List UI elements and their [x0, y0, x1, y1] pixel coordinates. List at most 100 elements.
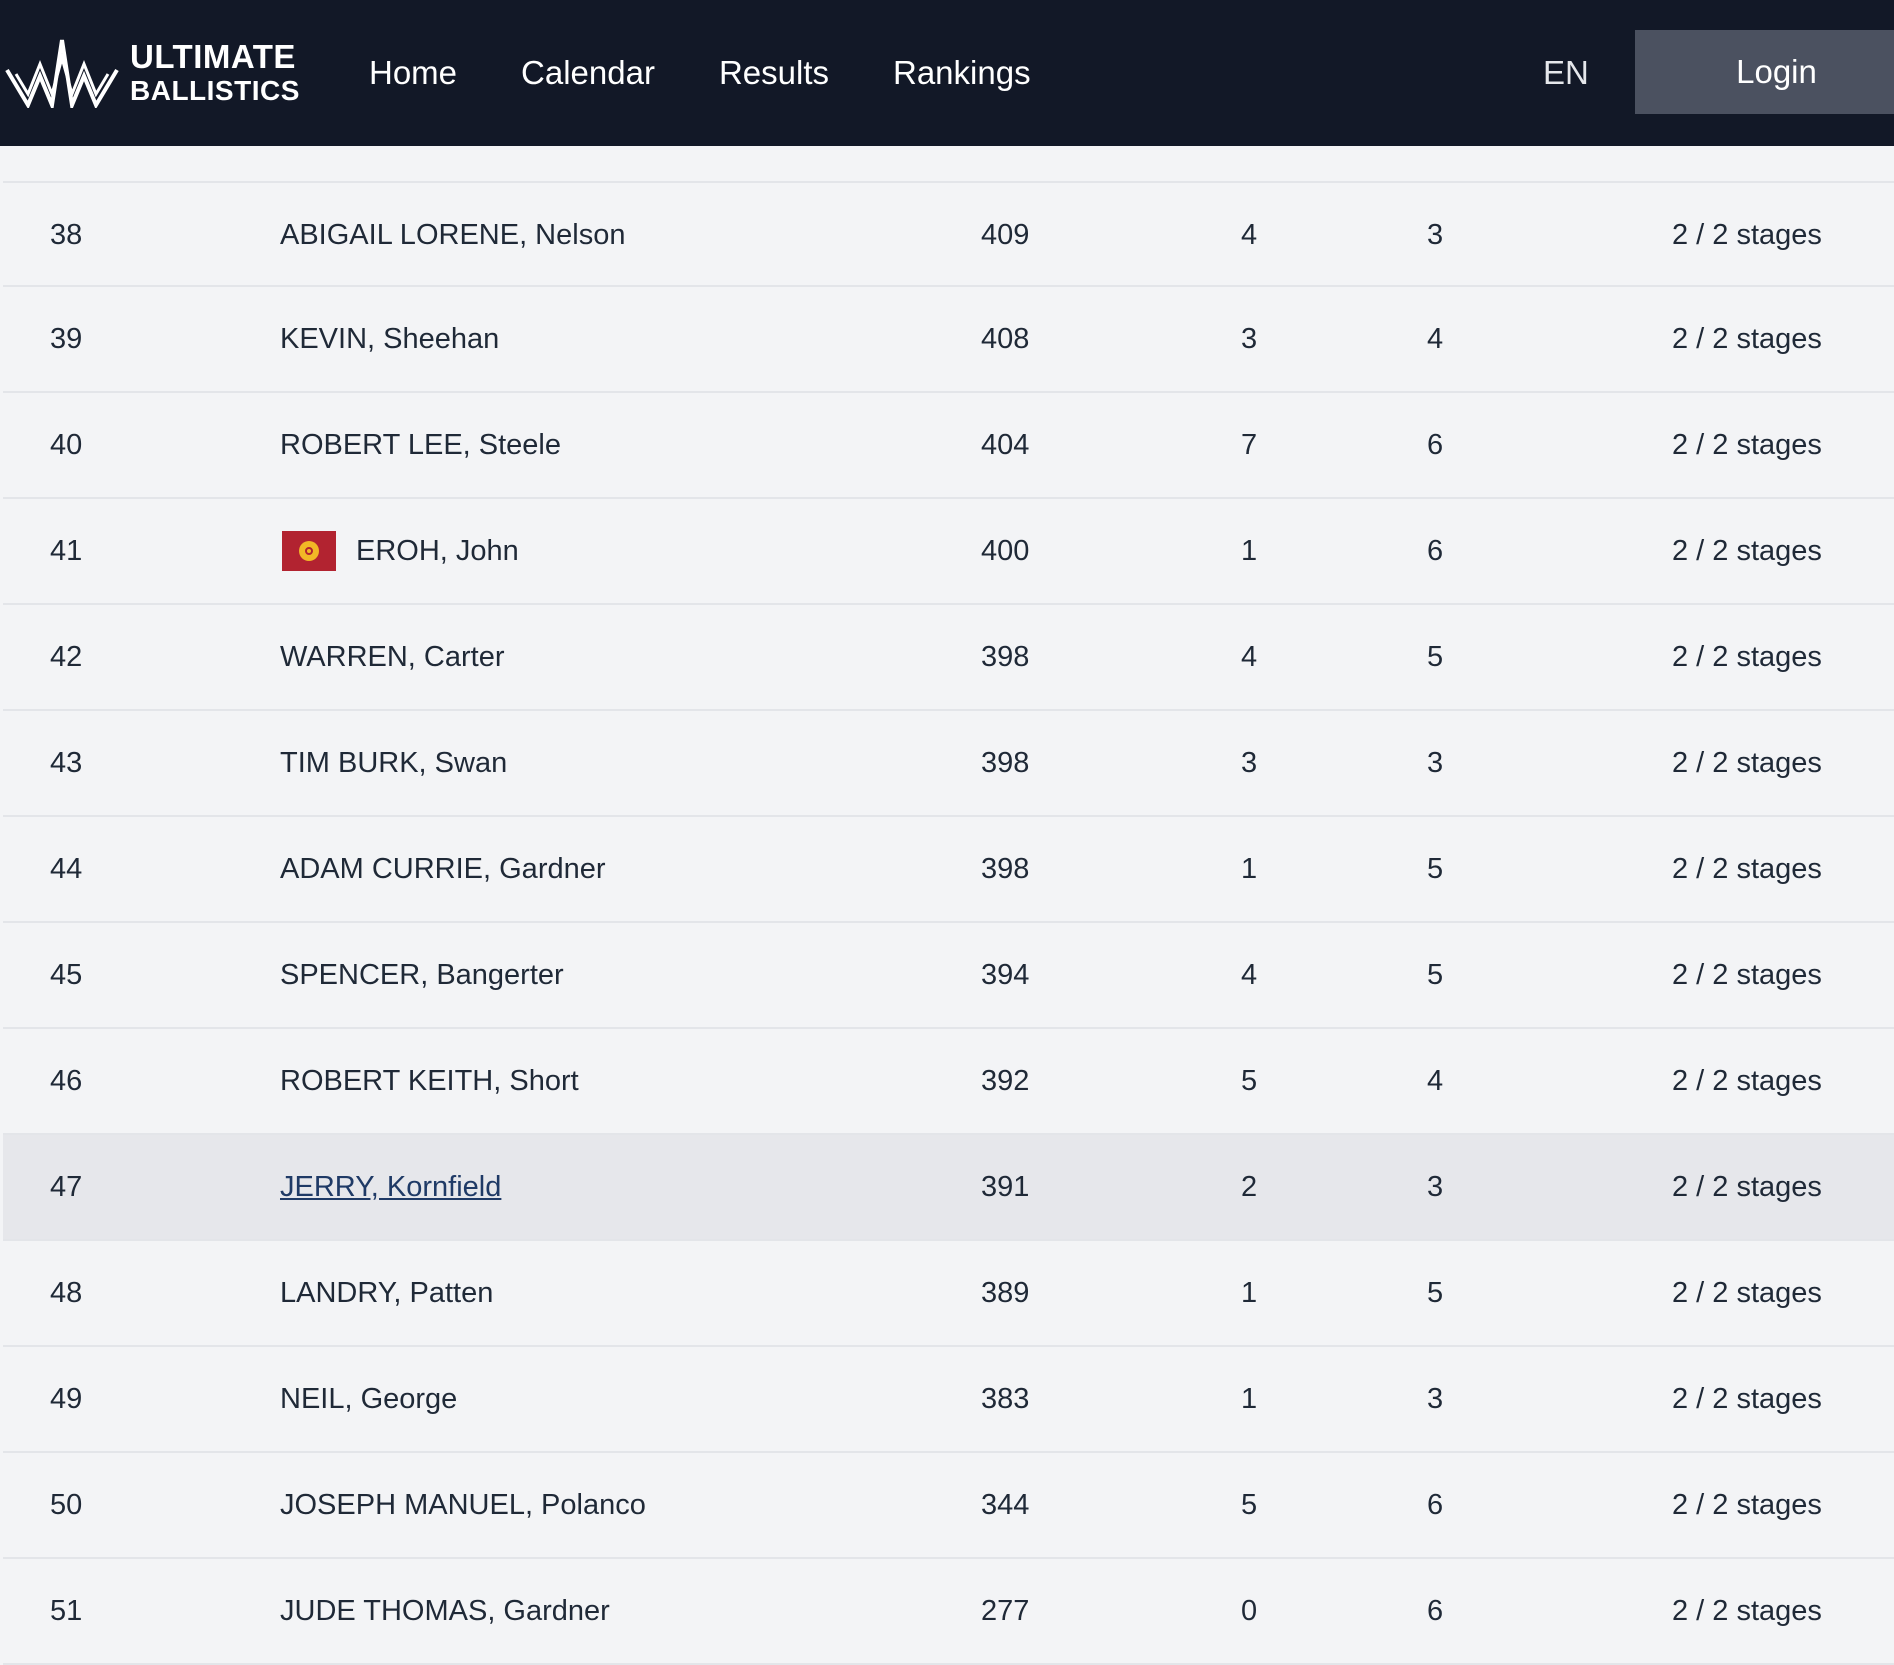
table-row[interactable]: 44 ADAM CURRIE, Gardner 398 1 5 2 / 2 stages	[3, 817, 1894, 923]
stat-a-cell: 1	[1241, 1276, 1258, 1309]
score-cell: 344	[981, 1488, 1030, 1521]
score-cell: 391	[981, 1170, 1030, 1203]
stages-cell: 2 / 2 stages	[1672, 218, 1822, 251]
stages-cell: 2 / 2 stages	[1672, 746, 1822, 779]
table-row[interactable]: 40 ROBERT LEE, Steele 404 7 6 2 / 2 stages	[3, 393, 1894, 499]
stat-a-cell: 1	[1241, 534, 1258, 567]
stat-b-cell: 6	[1427, 428, 1444, 461]
score-cell: 398	[981, 852, 1030, 885]
table-row[interactable]: 38 ABIGAIL LORENE, Nelson 409 4 3 2 / 2 stage…	[3, 181, 1894, 287]
competitor-cell: JUDE THOMAS, Gardner	[280, 1559, 610, 1663]
competitor-cell: ROBERT LEE, Steele	[280, 393, 561, 497]
table-row[interactable]: 43 TIM BURK, Swan 398 3 3 2 / 2 stages	[3, 711, 1894, 817]
score-cell: 389	[981, 1276, 1030, 1309]
stat-b-cell: 3	[1427, 1382, 1444, 1415]
competitor-name: ABIGAIL LORENE, Nelson	[280, 218, 626, 251]
stat-b-cell: 3	[1427, 1170, 1444, 1203]
nav-rankings[interactable]: Rankings	[893, 54, 1031, 92]
score-cell: 394	[981, 958, 1030, 991]
competitor-name: TIM BURK, Swan	[280, 746, 508, 779]
stages-cell: 2 / 2 stages	[1672, 1594, 1822, 1627]
stat-b-cell: 6	[1427, 1594, 1444, 1627]
login-button[interactable]: Login	[1635, 30, 1894, 114]
table-row[interactable]: 51 JUDE THOMAS, Gardner 277 0 6 2 / 2 stages	[3, 1559, 1894, 1665]
score-cell: 404	[981, 428, 1030, 461]
table-row[interactable]: 39 KEVIN, Sheehan 408 3 4 2 / 2 stages	[3, 287, 1894, 393]
stat-a-cell: 3	[1241, 746, 1258, 779]
table-row[interactable]: 46 ROBERT KEITH, Short 392 5 4 2 / 2 stages	[3, 1029, 1894, 1135]
score-cell: 277	[981, 1594, 1030, 1627]
table-row[interactable]: 48 LANDRY, Patten 389 1 5 2 / 2 stages	[3, 1241, 1894, 1347]
competitor-cell: TIM BURK, Swan	[280, 711, 507, 815]
score-cell: 398	[981, 640, 1030, 673]
competitor-name: ADAM CURRIE, Gardner	[280, 852, 606, 885]
kyrgyzstan-flag-icon	[282, 531, 336, 571]
rank-cell: 45	[50, 958, 83, 991]
language-selector[interactable]: EN	[1543, 0, 1589, 146]
table-row[interactable]: 47 JERRY, Kornfield 391 2 3 2 / 2 stages	[3, 1135, 1894, 1241]
competitor-name: NEIL, George	[280, 1382, 458, 1415]
stat-a-cell: 4	[1241, 640, 1258, 673]
competitor-cell: SPENCER, Bangerter	[280, 923, 564, 1027]
table-row[interactable]: 45 SPENCER, Bangerter 394 4 5 2 / 2 stages	[3, 923, 1894, 1029]
stat-a-cell: 5	[1241, 1064, 1258, 1097]
score-cell: 409	[981, 218, 1030, 251]
score-cell: 398	[981, 746, 1030, 779]
stat-a-cell: 3	[1241, 322, 1258, 355]
table-row[interactable]: 41 EROH, John 400 1 6 2 / 2 stages	[3, 499, 1894, 605]
competitor-cell: KEVIN, Sheehan	[280, 287, 499, 391]
score-cell: 392	[981, 1064, 1030, 1097]
site-logo[interactable]: ULTIMATE BALLISTICS	[4, 36, 300, 108]
stat-a-cell: 4	[1241, 218, 1258, 251]
rank-cell: 46	[50, 1064, 83, 1097]
table-row[interactable]: 49 NEIL, George 383 1 3 2 / 2 stages	[3, 1347, 1894, 1453]
competitor-cell: JOSEPH MANUEL, Polanco	[280, 1453, 646, 1557]
rank-cell: 42	[50, 640, 83, 673]
rank-cell: 41	[50, 534, 83, 567]
stages-cell: 2 / 2 stages	[1672, 852, 1822, 885]
logo-line-2: BALLISTICS	[130, 74, 300, 106]
score-cell: 408	[981, 322, 1030, 355]
logo-line-1: ULTIMATE	[130, 37, 296, 75]
stat-a-cell: 2	[1241, 1170, 1258, 1203]
stages-cell: 2 / 2 stages	[1672, 428, 1822, 461]
nav-calendar[interactable]: Calendar	[521, 54, 655, 92]
competitor-cell: ROBERT KEITH, Short	[280, 1029, 579, 1133]
competitor-cell: JERRY, Kornfield	[280, 1135, 501, 1239]
rank-cell: 49	[50, 1382, 83, 1415]
competitor-cell: WARREN, Carter	[280, 605, 505, 709]
stages-cell: 2 / 2 stages	[1672, 1064, 1822, 1097]
crown-logo-icon	[5, 39, 119, 108]
stages-cell: 2 / 2 stages	[1672, 1276, 1822, 1309]
score-cell: 400	[981, 534, 1030, 567]
table-row[interactable]: 42 WARREN, Carter 398 4 5 2 / 2 stages	[3, 605, 1894, 711]
competitor-cell: EROH, John	[280, 499, 519, 603]
competitor-name[interactable]: JERRY, Kornfield	[280, 1171, 501, 1204]
stat-b-cell: 5	[1427, 958, 1444, 991]
competitor-name: WARREN, Carter	[280, 640, 505, 673]
rank-cell: 44	[50, 852, 83, 885]
stages-cell: 2 / 2 stages	[1672, 1170, 1822, 1203]
stat-b-cell: 4	[1427, 322, 1444, 355]
nav-results[interactable]: Results	[719, 54, 829, 92]
stat-a-cell: 0	[1241, 1594, 1258, 1627]
results-table: 38 ABIGAIL LORENE, Nelson 409 4 3 2 / 2 stage…	[3, 181, 1894, 1665]
stat-b-cell: 6	[1427, 1488, 1444, 1521]
stat-b-cell: 5	[1427, 852, 1444, 885]
rank-cell: 47	[50, 1170, 83, 1203]
competitor-name: EROH, John	[356, 534, 519, 567]
rank-cell: 48	[50, 1276, 83, 1309]
stat-a-cell: 1	[1241, 852, 1258, 885]
table-row[interactable]: 50 JOSEPH MANUEL, Polanco 344 5 6 2 / 2 stage…	[3, 1453, 1894, 1559]
stat-b-cell: 3	[1427, 218, 1444, 251]
competitor-name: JOSEPH MANUEL, Polanco	[280, 1488, 646, 1521]
nav-home[interactable]: Home	[369, 54, 457, 92]
logo-wordmark: ULTIMATE BALLISTICS	[130, 40, 300, 105]
rank-cell: 50	[50, 1488, 83, 1521]
stages-cell: 2 / 2 stages	[1672, 1382, 1822, 1415]
stages-cell: 2 / 2 stages	[1672, 640, 1822, 673]
rank-cell: 43	[50, 746, 83, 779]
stages-cell: 2 / 2 stages	[1672, 1488, 1822, 1521]
rank-cell: 38	[50, 218, 83, 251]
stat-b-cell: 5	[1427, 1276, 1444, 1309]
